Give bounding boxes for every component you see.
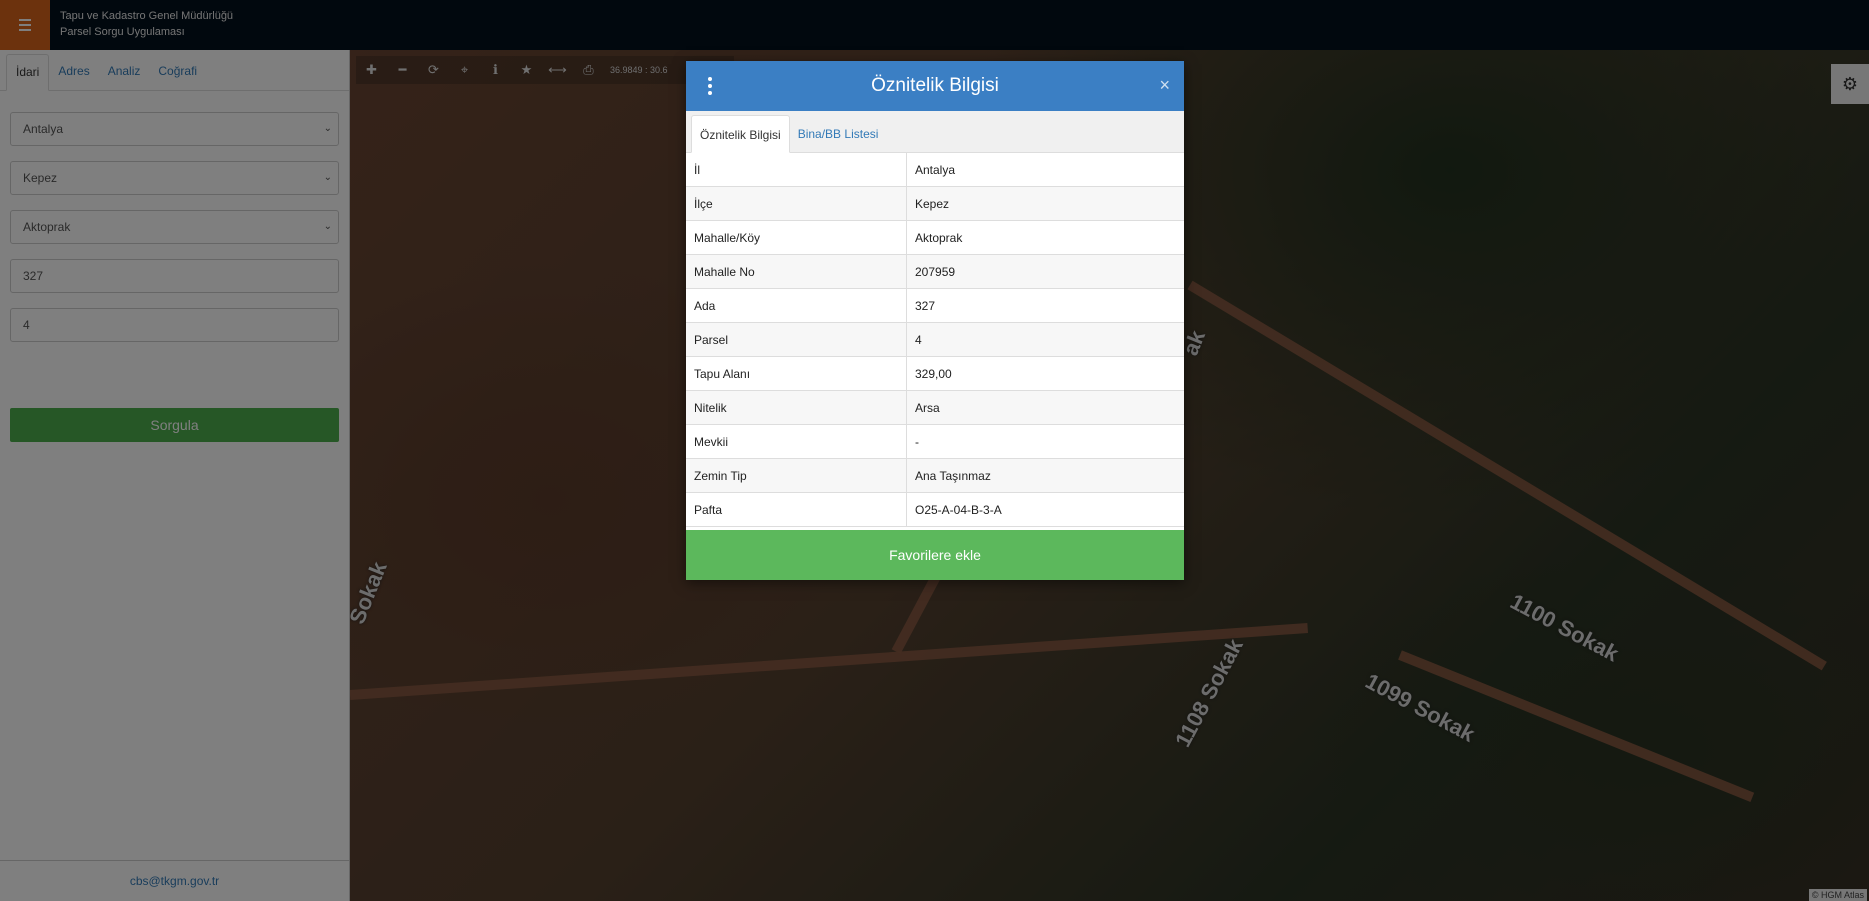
table-row: İl Antalya (686, 153, 1184, 187)
attribute-table: İl Antalya İlçe Kepez Mahalle/Köy Aktoprak … (686, 153, 1184, 527)
table-row: Nitelik Arsa (686, 390, 1184, 425)
attribute-key: İlçe (686, 186, 907, 221)
table-row: Mahalle No 207959 (686, 254, 1184, 289)
modal-header: Öznitelik Bilgisi × (686, 61, 1184, 111)
close-icon[interactable]: × (1159, 75, 1170, 95)
table-row: Parsel 4 (686, 322, 1184, 357)
table-row: İlçe Kepez (686, 186, 1184, 221)
attribute-value: O25-A-04-B-3-A (906, 492, 1184, 527)
attribute-value: 327 (906, 288, 1184, 323)
attribute-key: Mevkii (686, 424, 907, 459)
tab-oznitelik-bilgisi[interactable]: Öznitelik Bilgisi (691, 115, 790, 153)
attribute-value: 4 (906, 322, 1184, 357)
table-row: Mahalle/Köy Aktoprak (686, 220, 1184, 255)
attribute-key: Mahalle No (686, 254, 907, 289)
attribute-value: 329,00 (906, 356, 1184, 391)
attribute-key: Mahalle/Köy (686, 220, 907, 255)
table-row: Mevkii - (686, 424, 1184, 459)
attribute-value: Arsa (906, 390, 1184, 425)
attribute-value: Aktoprak (906, 220, 1184, 255)
table-row: Ada 327 (686, 288, 1184, 323)
modal-tabs: Öznitelik Bilgisi Bina/BB Listesi (686, 111, 1184, 153)
attribute-key: Nitelik (686, 390, 907, 425)
table-row: Zemin Tip Ana Taşınmaz (686, 458, 1184, 493)
attribute-value: 207959 (906, 254, 1184, 289)
attribute-value: Antalya (906, 153, 1184, 187)
attribute-value: - (906, 424, 1184, 459)
attribute-key: Parsel (686, 322, 907, 357)
attribute-key: Pafta (686, 492, 907, 527)
attribute-value: Kepez (906, 186, 1184, 221)
attribute-key: Ada (686, 288, 907, 323)
modal-title: Öznitelik Bilgisi (871, 75, 999, 96)
attribute-key: Zemin Tip (686, 458, 907, 493)
table-row: Tapu Alanı 329,00 (686, 356, 1184, 391)
more-vertical-icon[interactable] (706, 71, 714, 101)
attribute-modal: Öznitelik Bilgisi × Öznitelik Bilgisi Bi… (686, 61, 1184, 580)
attribute-value: Ana Taşınmaz (906, 458, 1184, 493)
attribute-key: İl (686, 153, 907, 187)
table-row: Pafta O25-A-04-B-3-A (686, 492, 1184, 527)
add-to-favorites-button[interactable]: Favorilere ekle (686, 530, 1184, 580)
tab-bina-bb-listesi[interactable]: Bina/BB Listesi (790, 115, 887, 152)
attribute-key: Tapu Alanı (686, 356, 907, 391)
